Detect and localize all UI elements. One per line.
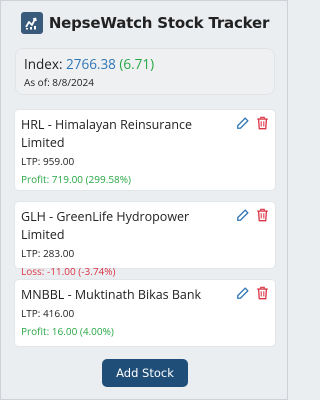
index-summary: Index: 2766.38 (6.71) As of: 8/8/2024 <box>15 48 275 95</box>
index-label: Index: <box>24 55 63 73</box>
trash-icon[interactable] <box>256 208 269 222</box>
index-line: Index: 2766.38 (6.71) <box>24 55 266 74</box>
index-change: (6.71) <box>119 55 155 73</box>
edit-icon[interactable] <box>236 116 250 130</box>
stock-ltp: LTP: 283.00 <box>21 246 75 260</box>
app-header: NepseWatch Stock Tracker <box>1 9 289 37</box>
stock-name: MNBBL - Muktinath Bikas Bank <box>21 286 202 303</box>
edit-icon[interactable] <box>236 208 250 222</box>
stock-ltp: LTP: 416.00 <box>21 306 75 320</box>
stock-card: HRL - Himalayan Reinsurance Limited LTP:… <box>14 109 276 191</box>
app-window: NepseWatch Stock Tracker Index: 2766.38 … <box>0 0 288 400</box>
stock-actions <box>236 286 269 300</box>
stock-card: GLH - GreenLife Hydropower Limited LTP: … <box>14 201 276 278</box>
stock-name: HRL - Himalayan Reinsurance Limited <box>21 116 192 151</box>
stock-profit-loss: Profit: 16.00 (4.00%) <box>21 324 114 338</box>
stock-profit-loss: Loss: -11.00 (-3.74%) <box>21 264 116 278</box>
add-stock-button[interactable]: Add Stock <box>102 359 188 387</box>
app-title: NepseWatch Stock Tracker <box>48 14 270 32</box>
index-as-of: As of: 8/8/2024 <box>24 75 94 89</box>
stock-ltp: LTP: 959.00 <box>21 154 75 168</box>
stock-actions <box>236 116 269 130</box>
stock-name: GLH - GreenLife Hydropower Limited <box>21 208 190 243</box>
stock-profit-loss: Profit: 719.00 (299.58%) <box>21 172 131 186</box>
edit-icon[interactable] <box>236 286 250 300</box>
trash-icon[interactable] <box>256 286 269 300</box>
index-value: 2766.38 <box>66 55 116 73</box>
stock-actions <box>236 208 269 222</box>
trash-icon[interactable] <box>256 116 269 130</box>
chart-trend-icon <box>20 12 43 34</box>
stock-card: MNBBL - Muktinath Bikas Bank LTP: 416.00… <box>14 279 276 347</box>
